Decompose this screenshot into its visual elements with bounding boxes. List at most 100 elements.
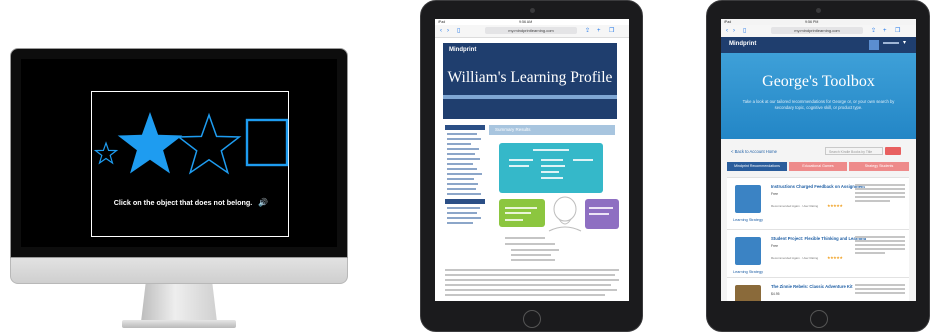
add-tab-icon[interactable]: + bbox=[597, 26, 601, 36]
skills-block[interactable] bbox=[585, 199, 619, 229]
sidebar-link[interactable] bbox=[447, 183, 478, 185]
card-category: Learning Strategy bbox=[733, 270, 763, 274]
dropdown-icon[interactable]: ▾ bbox=[903, 39, 906, 46]
imac-stand-base bbox=[122, 320, 236, 328]
status-carrier: iPad bbox=[724, 20, 732, 24]
sidebar-link[interactable] bbox=[447, 163, 473, 165]
card-title[interactable]: Student Project: Flexible Thinking and L… bbox=[771, 236, 866, 241]
ipad-learning-profile: iPad 9:56 AM ‹ › ▯ my.mindprintlearning.… bbox=[420, 0, 643, 332]
card-description bbox=[855, 284, 905, 296]
audio-speaker-icon[interactable]: 🔊 bbox=[258, 198, 268, 207]
home-button[interactable] bbox=[810, 310, 828, 328]
instruction-text: Click on the object that does not belong… bbox=[113, 198, 253, 207]
sidebar-link[interactable] bbox=[447, 188, 476, 190]
safari-toolbar: ‹ › ▯ my.mindprintlearning.com ⇪ + ❐ bbox=[435, 25, 629, 38]
needs-block[interactable] bbox=[499, 199, 545, 227]
home-button[interactable] bbox=[523, 310, 541, 328]
sidebar-link[interactable] bbox=[447, 217, 481, 219]
site-header: Mindprint ▾ bbox=[721, 37, 916, 53]
forward-icon[interactable]: › bbox=[733, 26, 735, 36]
sidebar-link[interactable] bbox=[447, 138, 481, 140]
odd-one-out-task: Click on the object that does not belong… bbox=[91, 91, 289, 237]
forward-icon[interactable]: › bbox=[447, 26, 449, 36]
recommendation-card[interactable]: Learning Strategy Instructions Charged F… bbox=[727, 177, 909, 236]
url-bar[interactable]: my.mindprintlearning.com bbox=[771, 27, 863, 34]
sidebar-link[interactable] bbox=[447, 168, 477, 170]
profile-header: Mindprint William's Learning Profile bbox=[443, 43, 617, 119]
brand-logo: Mindprint bbox=[449, 47, 477, 53]
card-title[interactable]: The Zinnie Rebels: Classic Adventure Kit bbox=[771, 284, 853, 289]
front-camera bbox=[530, 8, 535, 13]
sidebar-heading bbox=[445, 125, 485, 130]
sidebar-heading bbox=[445, 199, 485, 204]
sidebar-link[interactable] bbox=[447, 133, 477, 135]
search-input[interactable]: Search Kindle Books by Title bbox=[825, 147, 883, 155]
sidebar-link[interactable] bbox=[447, 212, 477, 214]
sidebar-link[interactable] bbox=[447, 153, 475, 155]
bookmarks-icon[interactable]: ▯ bbox=[457, 26, 460, 36]
toolbox-subtitle: Take a look at our tailored recommendati… bbox=[742, 99, 895, 110]
imac-bezel: Click on the object that does not belong… bbox=[10, 48, 348, 258]
front-camera bbox=[816, 8, 821, 13]
back-icon[interactable]: ‹ bbox=[726, 26, 728, 36]
square-outline-option[interactable] bbox=[245, 118, 289, 167]
brand-logo[interactable]: Mindprint bbox=[729, 41, 756, 47]
sidebar-link[interactable] bbox=[447, 222, 473, 224]
small-star-outline-option[interactable] bbox=[93, 141, 119, 165]
card-title[interactable]: Instructions Charged Feedback on Assignm… bbox=[771, 184, 865, 189]
strengths-block[interactable] bbox=[499, 143, 603, 193]
avatar[interactable] bbox=[869, 40, 879, 50]
sidebar-link[interactable] bbox=[447, 178, 474, 180]
hero-banner: George's Toolbox Take a look at our tail… bbox=[721, 53, 916, 139]
imac-stand bbox=[141, 284, 217, 322]
ipad-toolbox: iPad 9:56 PM ‹ › ▯ my.mindprintlearning.… bbox=[706, 0, 930, 332]
card-description bbox=[855, 236, 905, 256]
strategy-icon bbox=[735, 237, 761, 265]
tab-strategy-students[interactable]: Strategy Students bbox=[849, 162, 909, 171]
large-star-outline-option[interactable] bbox=[176, 112, 242, 175]
share-icon[interactable]: ⇪ bbox=[871, 26, 876, 36]
share-icon[interactable]: ⇪ bbox=[585, 26, 590, 36]
tab-mindprint-recommendations[interactable]: Mindprint Recommendations bbox=[727, 162, 787, 171]
back-icon[interactable]: ‹ bbox=[440, 26, 442, 36]
sidebar-link[interactable] bbox=[447, 143, 471, 145]
rating-stars-icon: ★★★★★ bbox=[827, 203, 843, 208]
card-price: Free bbox=[771, 192, 778, 196]
tabs-icon[interactable]: ❐ bbox=[609, 26, 614, 36]
summary-heading: Summary Results bbox=[489, 125, 615, 135]
recommendation-card[interactable]: The Zinnie Rebels: Classic Adventure Kit… bbox=[727, 277, 909, 301]
ipad-screen: iPad 9:56 PM ‹ › ▯ my.mindprintlearning.… bbox=[721, 19, 916, 301]
card-meta: Recommended Again · User Rating bbox=[771, 204, 819, 208]
status-time: 9:56 AM bbox=[519, 20, 533, 24]
add-tab-icon[interactable]: + bbox=[883, 26, 887, 36]
large-star-solid-option[interactable] bbox=[117, 112, 183, 174]
card-description bbox=[855, 184, 905, 204]
url-bar[interactable]: my.mindprintlearning.com bbox=[485, 27, 577, 34]
user-name-placeholder bbox=[883, 42, 899, 44]
imac-device: Click on the object that does not belong… bbox=[10, 48, 348, 332]
sidebar-link[interactable] bbox=[447, 148, 479, 150]
rating-stars-icon: ★★★★★ bbox=[827, 255, 843, 260]
status-carrier: iPad bbox=[438, 20, 446, 24]
imac-chin bbox=[10, 258, 348, 284]
tab-educational-games[interactable]: Educational Games bbox=[789, 162, 847, 171]
brain-sketch-icon bbox=[548, 196, 582, 232]
imac-screen: Click on the object that does not belong… bbox=[21, 59, 337, 247]
profile-title: William's Learning Profile bbox=[447, 69, 613, 86]
sidebar-link[interactable] bbox=[447, 193, 481, 195]
profile-sidebar bbox=[445, 125, 485, 227]
card-category: Learning Strategy bbox=[733, 218, 763, 222]
task-shapes bbox=[93, 112, 289, 175]
sidebar-link[interactable] bbox=[447, 158, 480, 160]
card-meta: Recommended Again · User Rating bbox=[771, 256, 819, 260]
strategy-icon bbox=[735, 185, 761, 213]
search-button[interactable] bbox=[885, 147, 901, 155]
toolbox-title: George's Toolbox bbox=[762, 73, 875, 90]
sidebar-link[interactable] bbox=[447, 173, 482, 175]
status-time: 9:56 PM bbox=[805, 20, 819, 24]
sidebar-link[interactable] bbox=[447, 207, 480, 209]
summary-panel: Summary Results bbox=[489, 125, 615, 135]
bookmarks-icon[interactable]: ▯ bbox=[743, 26, 746, 36]
tabs-icon[interactable]: ❐ bbox=[895, 26, 900, 36]
back-to-account-link[interactable]: < Back to Account Home bbox=[731, 149, 777, 154]
